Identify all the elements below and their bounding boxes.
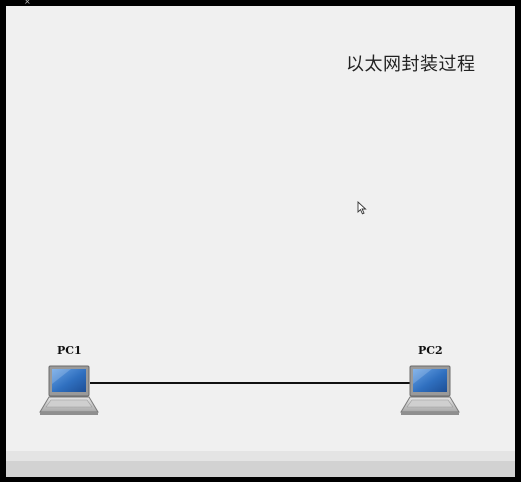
mouse-pointer-icon (357, 201, 367, 215)
window-frame: × 以太网封装过程 PC1 PC2 (0, 0, 521, 482)
diagram-title: 以太网封装过程 (346, 54, 476, 75)
network-link (90, 382, 412, 384)
pc1-label: PC1 (57, 344, 82, 357)
bottom-bar (6, 451, 515, 477)
pc2-laptop-icon[interactable] (398, 362, 460, 418)
pc2-label: PC2 (418, 344, 443, 357)
diagram-canvas: 以太网封装过程 PC1 PC2 (6, 6, 515, 477)
pc1-laptop-icon[interactable] (37, 362, 99, 418)
